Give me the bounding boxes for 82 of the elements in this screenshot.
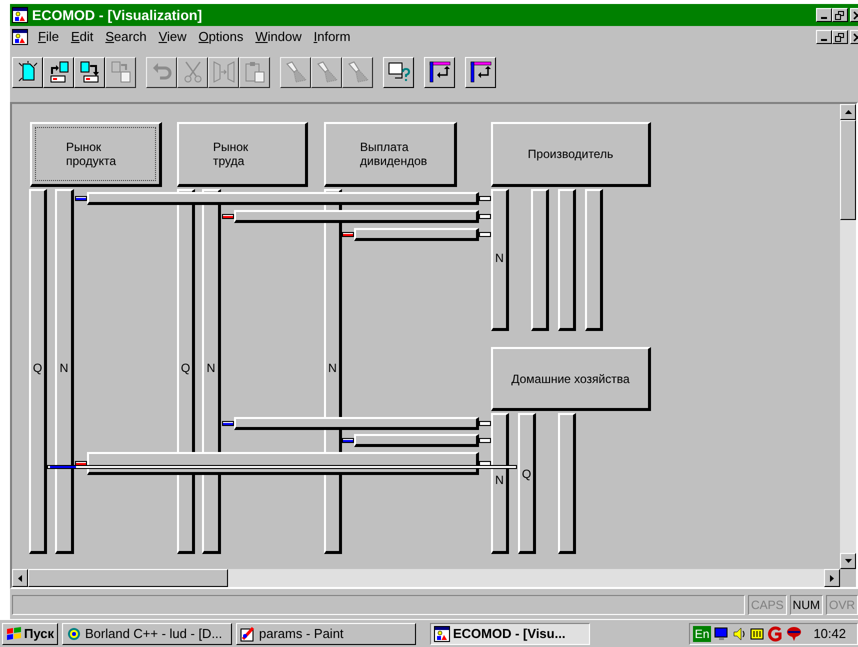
horizontal-scrollbar[interactable] [12,569,840,587]
document-arrow-icon [108,60,132,84]
status-indicator: NUM [790,595,823,615]
windows-logo-icon [6,626,22,640]
block-label: Рынок [213,140,248,154]
app-icon [434,626,450,642]
channel-label: N [328,361,337,375]
diagram-block[interactable]: Выплата дивидендов [324,122,457,187]
routing-icon [428,60,452,84]
document-arrow-icon [78,60,102,84]
scrollbar-thumb[interactable] [840,120,856,220]
monitor-icon [714,626,730,642]
down-arrow-icon [844,559,852,563]
channel-label: Q [522,467,532,481]
flashlight-icon [314,60,338,84]
diagram-block[interactable]: Рынок продукта [30,122,162,187]
right-arrow-icon [830,574,834,582]
block-label: Домашние хозяйства [511,372,630,386]
channel-label: N [206,361,216,375]
status-indicator: CAPS [748,595,787,615]
menu-item[interactable]: Window [249,27,308,47]
restore-icon [835,32,845,42]
channel-label: Q [32,361,42,375]
minimize-button[interactable] [816,8,832,22]
block-label: Рынок [66,140,102,154]
start-button[interactable]: Пуск [2,622,58,644]
toolbar-button[interactable] [12,56,43,88]
channel-label: N [495,251,504,265]
menu-item[interactable]: Options [192,27,250,47]
minimize-button[interactable] [816,30,832,44]
up-arrow-icon [844,110,852,114]
document-icon [12,29,28,45]
new-document-icon [16,60,40,84]
toolbar-button[interactable] [383,56,414,88]
app-icon [12,7,28,23]
balloon-icon [786,626,802,642]
diagram-block[interactable]: Рынок труда [177,122,308,187]
maximize-button[interactable] [832,30,848,44]
menu-item[interactable]: Inform [308,27,356,47]
status-indicator: OVR [826,595,858,615]
block-label: Выплата [360,140,409,154]
menu-item[interactable]: Edit [64,27,100,47]
toolbar-button[interactable] [424,56,455,88]
flashlight-icon [284,60,308,84]
toolbar-button[interactable] [74,56,105,88]
channel-label: N [60,361,68,375]
clock: 10:42 [812,624,847,643]
toolbar-button[interactable] [43,56,74,88]
routing-icon [468,60,492,84]
block-label: труда [213,154,244,168]
bars-icon [750,626,764,642]
block-label: продукта [66,154,116,168]
taskbar-button[interactable]: Borland C++ - lud - [D... [62,622,232,644]
brush-icon [240,626,256,642]
channel-label: N [495,473,504,487]
left-arrow-icon [18,574,22,582]
menu-item[interactable]: View [152,27,193,47]
toolbar-button[interactable] [465,56,496,88]
vertical-scrollbar[interactable] [840,104,856,569]
language-indicator[interactable]: En [692,626,712,642]
taskbar-button[interactable]: params - Paint [236,622,416,644]
letter-g-shaped-icon [767,626,784,642]
clipboard-icon [242,60,266,84]
menu-item[interactable]: Search [99,27,153,47]
menu-item[interactable]: File [32,27,65,47]
minimize-icon [821,38,827,40]
block-label: дивидендов [360,154,428,168]
block-label: Производитель [528,147,614,161]
arrow-between-panels-icon [212,60,236,84]
speaker-icon [733,626,748,642]
help-icon [386,60,410,84]
restore-icon [835,10,845,20]
minimize-icon [821,16,827,18]
channel-label: Q [180,361,190,375]
taskbar-button[interactable]: ECOMOD - [Visu... [430,622,590,644]
window-title: ECOMOD - [Visualization] [32,6,202,25]
diagram-block[interactable]: Домашние хозяйства [491,347,651,411]
diagram-block[interactable]: Производитель [491,122,651,187]
scrollbar-thumb[interactable] [28,569,228,587]
flashlight-icon [346,60,370,84]
maximize-button[interactable] [832,8,848,22]
gear-icon [66,626,82,642]
